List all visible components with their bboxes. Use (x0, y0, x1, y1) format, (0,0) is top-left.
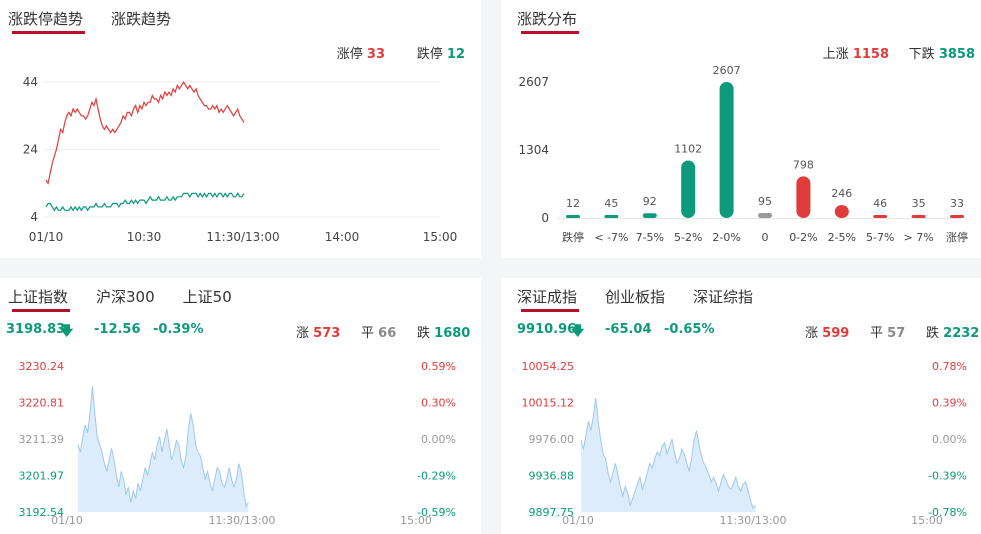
distribution-bar (642, 213, 657, 218)
y-tick-label: 44 (23, 75, 38, 89)
sz-index-chart: 10054.25 0.78% 10015.12 0.39% 9976.00 0.00% 99… (522, 360, 968, 527)
y-tick-label: 9976.00 (529, 433, 575, 446)
y-tick-label: 3201.97 (19, 470, 65, 483)
y-tick-label: 3211.39 (19, 433, 65, 446)
y-tick-label-right: -0.29% (417, 470, 456, 483)
bar-value-label: 35 (912, 197, 926, 210)
x-tick-label: 5-7% (866, 231, 894, 244)
x-tick-label: < -7% (594, 231, 628, 244)
x-tick-label: 2-5% (828, 231, 856, 244)
distribution-bar (834, 205, 849, 218)
bar-value-label: 798 (793, 158, 814, 171)
y-tick-label-right: -0.39% (928, 470, 967, 483)
x-tick-label: 15:00 (423, 230, 458, 244)
y-tick-label: 0 (541, 211, 549, 225)
y-tick-label: 2607 (518, 75, 549, 89)
y-tick-label: 9936.88 (529, 470, 575, 483)
bar-value-label: 46 (873, 197, 887, 210)
y-tick-label-right: 0.39% (932, 397, 967, 410)
distribution-bar (873, 215, 888, 218)
y-tick-label: 10015.12 (522, 397, 575, 410)
distribution-bar (566, 215, 580, 218)
x-tick-label: 7-5% (636, 231, 664, 244)
distribution-panel: 涨跌分布 上涨 1158 下跌 3858 2607 1304 0 12 跌停 45 < -7… (501, 0, 981, 258)
x-tick-label: 15:00 (400, 514, 432, 527)
y-tick-label-right: 0.59% (421, 360, 456, 373)
bar-value-label: 95 (758, 195, 772, 208)
distribution-bar (911, 215, 926, 218)
index-area-fill (581, 398, 756, 512)
x-tick-label: 涨停 (946, 230, 968, 244)
x-tick-label: 15:00 (911, 514, 943, 527)
distribution-bar (796, 176, 811, 218)
y-tick-label-right: 0.78% (932, 360, 967, 373)
x-tick-label: > 7% (904, 231, 934, 244)
x-tick-label: 0-2% (789, 231, 817, 244)
y-tick-label: 10054.25 (522, 360, 575, 373)
y-tick-label: 3230.24 (19, 360, 65, 373)
sz-index-panel: 深证成指 创业板指 深证综指 9910.96 🡇 -65.04 -0.65% 涨… (501, 278, 981, 534)
limit-down-series-line (45, 192, 245, 212)
x-tick-label: 5-2% (674, 231, 702, 244)
distribution-bar (719, 82, 734, 218)
bar-value-label: 2607 (713, 64, 741, 77)
distribution-bar (604, 215, 619, 218)
x-tick-label: 11:30/13:00 (208, 514, 275, 527)
bar-value-label: 1102 (674, 143, 702, 156)
x-tick-label: 跌停 (562, 230, 584, 244)
distribution-bar (681, 160, 696, 218)
limit-trend-chart: 44 24 4 01/10 10:30 11:30/13:00 14:00 15:00 (23, 75, 458, 244)
sh-index-panel: 上证指数 沪深300 上证50 3198.83 🡇 -12.56 -0.39% … (0, 278, 481, 534)
y-tick-label-right: 0.00% (421, 433, 456, 446)
bar-value-label: 45 (604, 197, 618, 210)
y-tick-label-right: 0.30% (421, 397, 456, 410)
sh-index-chart: 3230.24 0.59% 3220.81 0.30% 3211.39 0.00% 3201… (19, 360, 457, 527)
x-tick-label: 10:30 (127, 230, 162, 244)
distribution-bar (758, 213, 772, 218)
x-tick-label: 0 (762, 231, 769, 244)
index-area-fill (78, 386, 249, 512)
x-tick-label: 11:30/13:00 (206, 230, 279, 244)
x-tick-label: 2-0% (712, 231, 740, 244)
y-tick-label: 3220.81 (19, 397, 65, 410)
bar-value-label: 33 (950, 197, 964, 210)
limit-trend-panel: 涨跌停趋势 涨跌趋势 涨停 33 跌停 12 44 24 4 01/10 10:30 11… (0, 0, 481, 258)
y-tick-label: 4 (30, 210, 38, 224)
distribution-chart: 2607 1304 0 12 跌停 45 < -7% 92 7-5% 1102 5-2% 2607 2-… (518, 64, 968, 244)
limit-up-series-line (45, 80, 245, 185)
x-tick-label: 14:00 (325, 230, 360, 244)
bar-value-label: 92 (643, 195, 657, 208)
y-tick-label: 24 (23, 143, 38, 157)
bar-value-label: 12 (566, 197, 580, 210)
x-tick-label: 01/10 (29, 230, 64, 244)
distribution-bar (950, 215, 964, 218)
x-tick-label: 01/10 (562, 514, 594, 527)
x-tick-label: 01/10 (51, 514, 83, 527)
y-tick-label: 1304 (518, 143, 549, 157)
bar-value-label: 246 (831, 187, 852, 200)
y-tick-label-right: 0.00% (932, 433, 967, 446)
x-tick-label: 11:30/13:00 (719, 514, 786, 527)
